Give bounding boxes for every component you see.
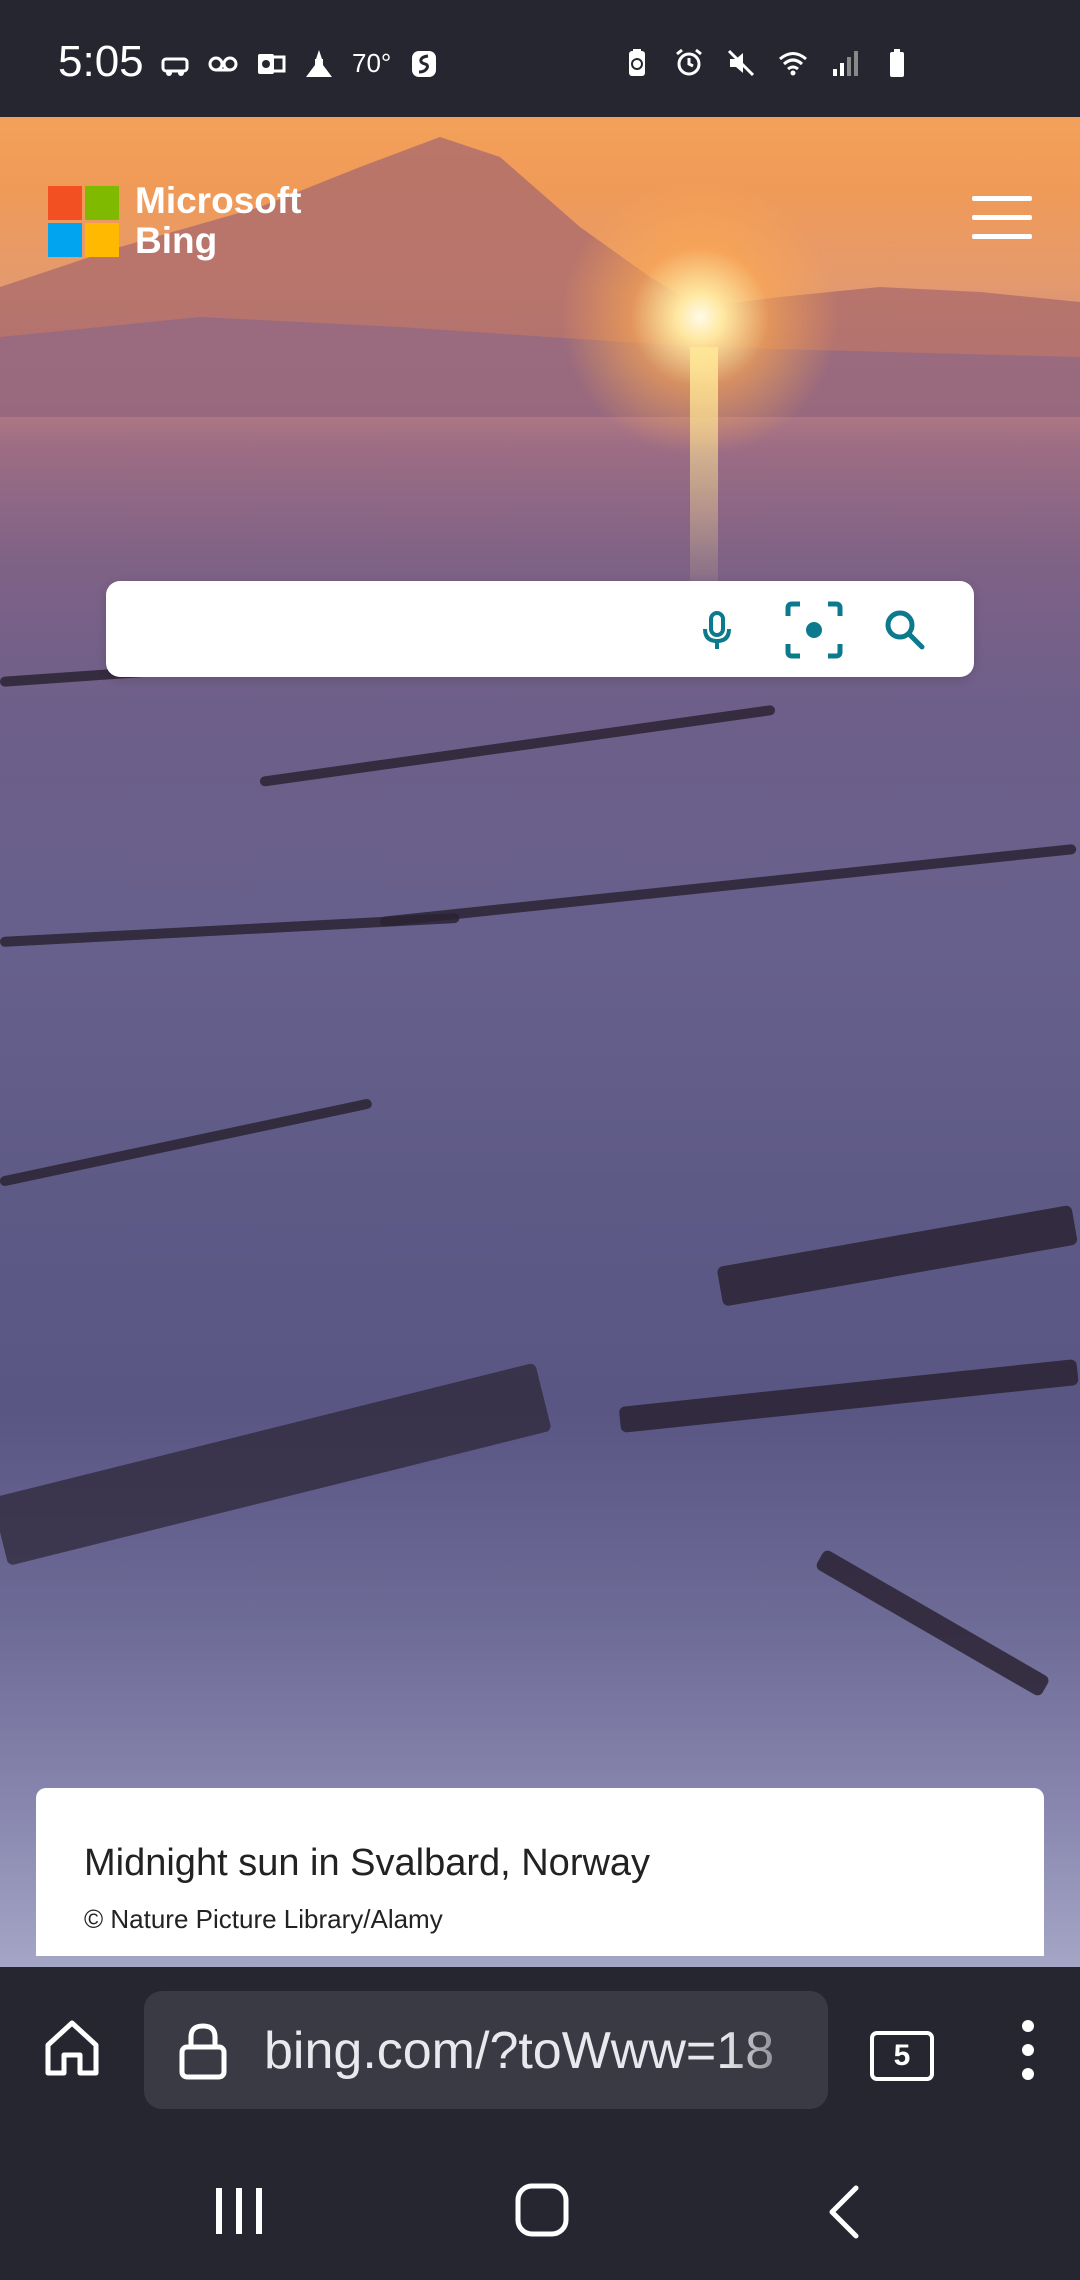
visual-search-icon[interactable] [782,598,846,662]
car-notification-icon [161,57,189,76]
ice-crack [0,1362,552,1566]
caption-title[interactable]: Midnight sun in Svalbard, Norway [84,1842,650,1885]
url-text[interactable]: bing.com/?toWww=18 [264,2021,824,2081]
logo-line-microsoft: Microsoft [135,180,302,221]
home-icon[interactable] [42,2017,102,2079]
android-nav-bar [0,2112,1080,2280]
ice-crack [716,1204,1079,1307]
hamburger-menu-icon[interactable] [972,196,1032,240]
outlook-icon [258,53,286,74]
search-input[interactable] [130,599,774,661]
status-left-icons: 70° [160,48,439,79]
caption-credit: © Nature Picture Library/Alamy [84,1904,443,1934]
ice-crack [618,1358,1079,1433]
tabs-icon[interactable]: 5 [870,2031,934,2081]
back-icon[interactable] [824,2184,864,2240]
wifi-icon [779,52,807,76]
ice-crack [379,843,1077,927]
ice-crack [259,704,776,787]
home-button-icon[interactable] [514,2182,570,2238]
logo-line-bing: Bing [135,220,218,261]
bing-wordmark: Microsoft Bing [135,181,302,261]
mountain-silhouette [0,137,1080,417]
search-box [106,581,974,677]
more-options-icon[interactable] [1008,2017,1048,2083]
voicemail-icon [208,56,238,71]
status-time: 5:05 [58,37,144,86]
church-icon [306,49,332,77]
image-caption-card[interactable]: Midnight sun in Svalbard, Norway © Natur… [36,1788,1044,1956]
app-notification-icon [412,50,437,77]
lock-icon[interactable] [176,2021,230,2081]
sun-reflection [690,347,718,607]
microphone-icon[interactable] [692,605,742,655]
signal-icon [833,51,858,76]
battery-saver-icon [629,49,645,76]
status-right-icons [622,48,912,78]
bing-logo[interactable]: Microsoft Bing [48,181,302,261]
ice-crack [814,1548,1051,1698]
battery-icon [890,49,904,77]
microsoft-logo-icon [48,185,119,257]
recent-apps-icon[interactable] [210,2186,268,2236]
url-bar[interactable]: bing.com/?toWww=18 [144,1991,828,2109]
status-bar: 5:05 70° [0,0,1080,117]
mute-icon [727,49,755,77]
background-image [0,117,1080,1967]
search-icon[interactable] [880,605,930,655]
alarm-icon [676,48,702,76]
temperature: 70° [352,48,392,78]
ice-crack [0,1098,373,1187]
